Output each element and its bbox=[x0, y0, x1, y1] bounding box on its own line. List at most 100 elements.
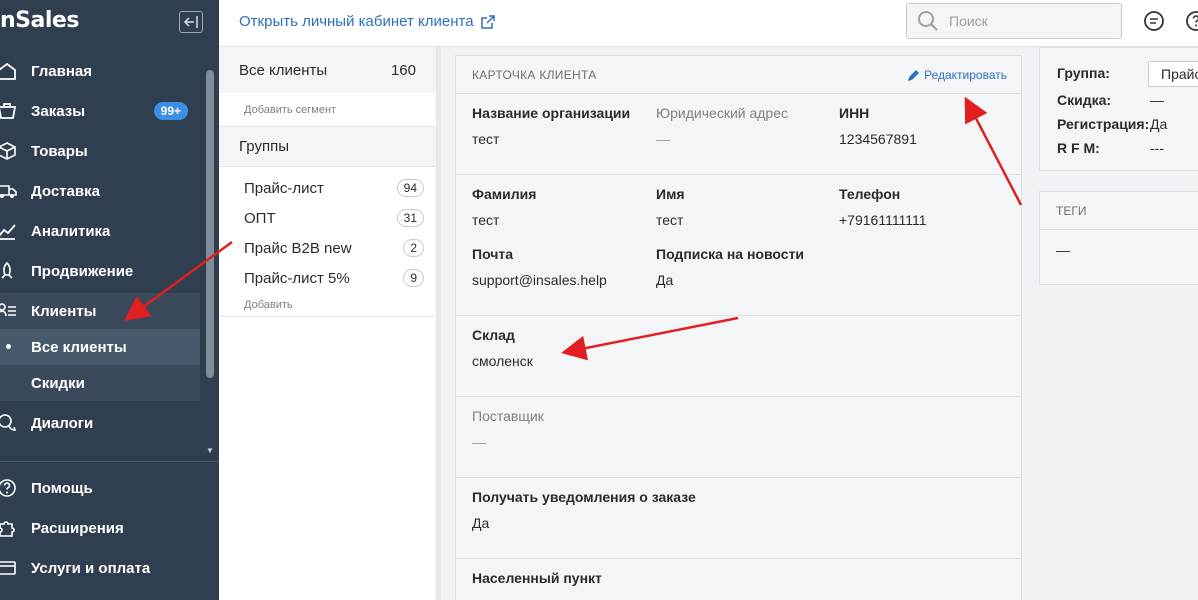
segments-panel: Все клиенты 160 Добавить сегмент Группы … bbox=[219, 47, 437, 600]
phone-label: Телефон bbox=[839, 186, 901, 202]
nav-item-orders[interactable]: Заказы 99+ bbox=[0, 93, 200, 129]
nav-item-help[interactable]: Помощь bbox=[0, 470, 200, 506]
org-section: Название организации тест Юридический ад… bbox=[456, 94, 1021, 175]
nav-item-home[interactable]: Главная bbox=[0, 53, 200, 89]
nav-sub-all-clients[interactable]: Все клиенты bbox=[0, 329, 200, 365]
warehouse-label: Склад bbox=[472, 327, 515, 343]
tags-panel: ТЕГИ — bbox=[1039, 191, 1198, 285]
inn-label: ИНН bbox=[839, 105, 870, 121]
group-count: 9 bbox=[403, 269, 424, 287]
org-name-label: Название организации bbox=[472, 105, 631, 121]
inn-value: 1234567891 bbox=[839, 131, 917, 147]
chart-icon bbox=[0, 220, 18, 242]
open-client-cabinet-link[interactable]: Открыть личный кабинет клиента bbox=[239, 13, 496, 30]
sidebar: nSales Главная Заказы 99+ Товары Доставк… bbox=[0, 0, 219, 600]
discount-label: Скидка: bbox=[1057, 92, 1112, 108]
group-select[interactable]: Прайс bbox=[1148, 61, 1198, 87]
group-name: Прайс B2B new bbox=[244, 239, 352, 257]
warehouse-section: Склад смоленск bbox=[456, 316, 1021, 397]
search-icon bbox=[918, 11, 938, 31]
group-item[interactable]: Прайс B2B new 2 bbox=[219, 233, 436, 263]
warehouse-value: смоленск bbox=[472, 353, 533, 369]
top-bar: Открыть личный кабинет клиента Поиск bbox=[219, 0, 1198, 47]
org-name-field: Название организации тест bbox=[472, 105, 630, 147]
sidebar-scrollbar[interactable] bbox=[206, 70, 214, 378]
group-name: Прайс-лист 5% bbox=[244, 269, 350, 287]
add-segment-link[interactable]: Добавить сегмент bbox=[219, 93, 436, 127]
email-field: Почта support@insales.help bbox=[472, 246, 607, 288]
subscription-field: Подписка на новости Да bbox=[656, 246, 804, 288]
segment-all-count: 160 bbox=[390, 61, 416, 79]
legal-address-value: — bbox=[656, 131, 670, 147]
nav-item-delivery[interactable]: Доставка bbox=[0, 173, 200, 209]
email-label: Почта bbox=[472, 246, 514, 262]
contact-section: Фамилия тест Имя тест Телефон +791611111… bbox=[456, 175, 1021, 316]
nav-label: Продвижение bbox=[31, 262, 134, 280]
supplier-value: — bbox=[472, 434, 486, 450]
pencil-icon bbox=[908, 69, 920, 81]
nav-label: Аналитика bbox=[31, 222, 111, 240]
order-notify-section: Получать уведомления о заказе Да bbox=[456, 478, 1021, 559]
client-info-panel: Группа: Прайс Скидка: — Регистрация: Да … bbox=[1039, 47, 1198, 171]
panel-divider bbox=[437, 47, 441, 600]
supplier-field: Поставщик — bbox=[472, 408, 544, 450]
order-notify-field: Получать уведомления о заказе Да bbox=[472, 489, 696, 531]
name-value: тест bbox=[656, 212, 684, 228]
rfm-value: --- bbox=[1150, 140, 1164, 156]
messages-icon[interactable] bbox=[1143, 10, 1165, 37]
name-label: Имя bbox=[656, 186, 685, 202]
locality-label: Населенный пункт bbox=[472, 570, 602, 586]
nav-label: Клиенты bbox=[31, 302, 97, 320]
subscription-label: Подписка на новости bbox=[656, 246, 805, 262]
group-label: Группа: bbox=[1057, 65, 1110, 81]
billing-icon bbox=[0, 557, 18, 579]
nav-label: Расширения bbox=[31, 519, 124, 537]
users-list-icon bbox=[0, 300, 18, 322]
segment-all-clients[interactable]: Все клиенты 160 bbox=[219, 47, 436, 93]
nav-item-promotion[interactable]: Продвижение bbox=[0, 253, 200, 289]
search-input[interactable]: Поиск bbox=[906, 3, 1122, 39]
nav-label: Товары bbox=[31, 142, 88, 160]
supplier-label: Поставщик bbox=[472, 408, 544, 424]
surname-value: тест bbox=[472, 212, 500, 228]
warehouse-field: Склад смоленск bbox=[472, 327, 533, 369]
group-item[interactable]: Прайс-лист 94 bbox=[219, 173, 436, 203]
inn-field: ИНН 1234567891 bbox=[839, 105, 917, 147]
name-field: Имя тест bbox=[656, 186, 685, 228]
nav-item-products[interactable]: Товары bbox=[0, 133, 200, 169]
segment-all-label: Все клиенты bbox=[239, 61, 328, 79]
help-circle-icon[interactable] bbox=[1185, 10, 1198, 37]
open-client-cabinet-label: Открыть личный кабинет клиента bbox=[239, 13, 474, 30]
nav-item-extensions[interactable]: Расширения bbox=[0, 510, 200, 546]
rfm-label: R F M: bbox=[1057, 140, 1100, 156]
nav-label: Главная bbox=[31, 62, 93, 80]
tags-value: — bbox=[1056, 242, 1070, 258]
group-count: 31 bbox=[396, 209, 424, 227]
sidebar-divider bbox=[0, 461, 219, 462]
group-item[interactable]: Прайс-лист 5% 9 bbox=[219, 263, 436, 293]
scroll-down-icon[interactable]: ▼ bbox=[206, 446, 214, 455]
order-notify-value: Да bbox=[472, 515, 490, 531]
nav-label: Услуги и оплата bbox=[31, 559, 151, 577]
registration-value: Да bbox=[1150, 116, 1168, 132]
cart-icon bbox=[0, 100, 18, 122]
legal-address-field: Юридический адрес — bbox=[656, 105, 788, 147]
nav-item-billing[interactable]: Услуги и оплата bbox=[0, 550, 200, 586]
group-item[interactable]: ОПТ 31 bbox=[219, 203, 436, 233]
nav-item-analytics[interactable]: Аналитика bbox=[0, 213, 200, 249]
client-card-header: КАРТОЧКА КЛИЕНТА Редактировать bbox=[456, 56, 1021, 94]
help-icon bbox=[0, 477, 18, 499]
nav-item-clients[interactable]: Клиенты bbox=[0, 293, 200, 329]
group-name: Прайс-лист bbox=[244, 179, 324, 197]
surname-label: Фамилия bbox=[472, 186, 537, 202]
add-group-link[interactable]: Добавить bbox=[219, 293, 436, 317]
home-icon bbox=[0, 60, 18, 82]
order-notify-label: Получать уведомления о заказе bbox=[472, 489, 696, 505]
edit-button[interactable]: Редактировать bbox=[908, 68, 1007, 82]
search-placeholder: Поиск bbox=[949, 13, 988, 29]
nav-sub-label: Скидки bbox=[31, 374, 85, 392]
nav-item-dialogs[interactable]: Диалоги bbox=[0, 405, 200, 441]
nav-sub-discounts[interactable]: Скидки bbox=[0, 365, 200, 401]
collapse-sidebar-button[interactable] bbox=[179, 11, 203, 33]
nav-label: Диалоги bbox=[31, 414, 94, 432]
